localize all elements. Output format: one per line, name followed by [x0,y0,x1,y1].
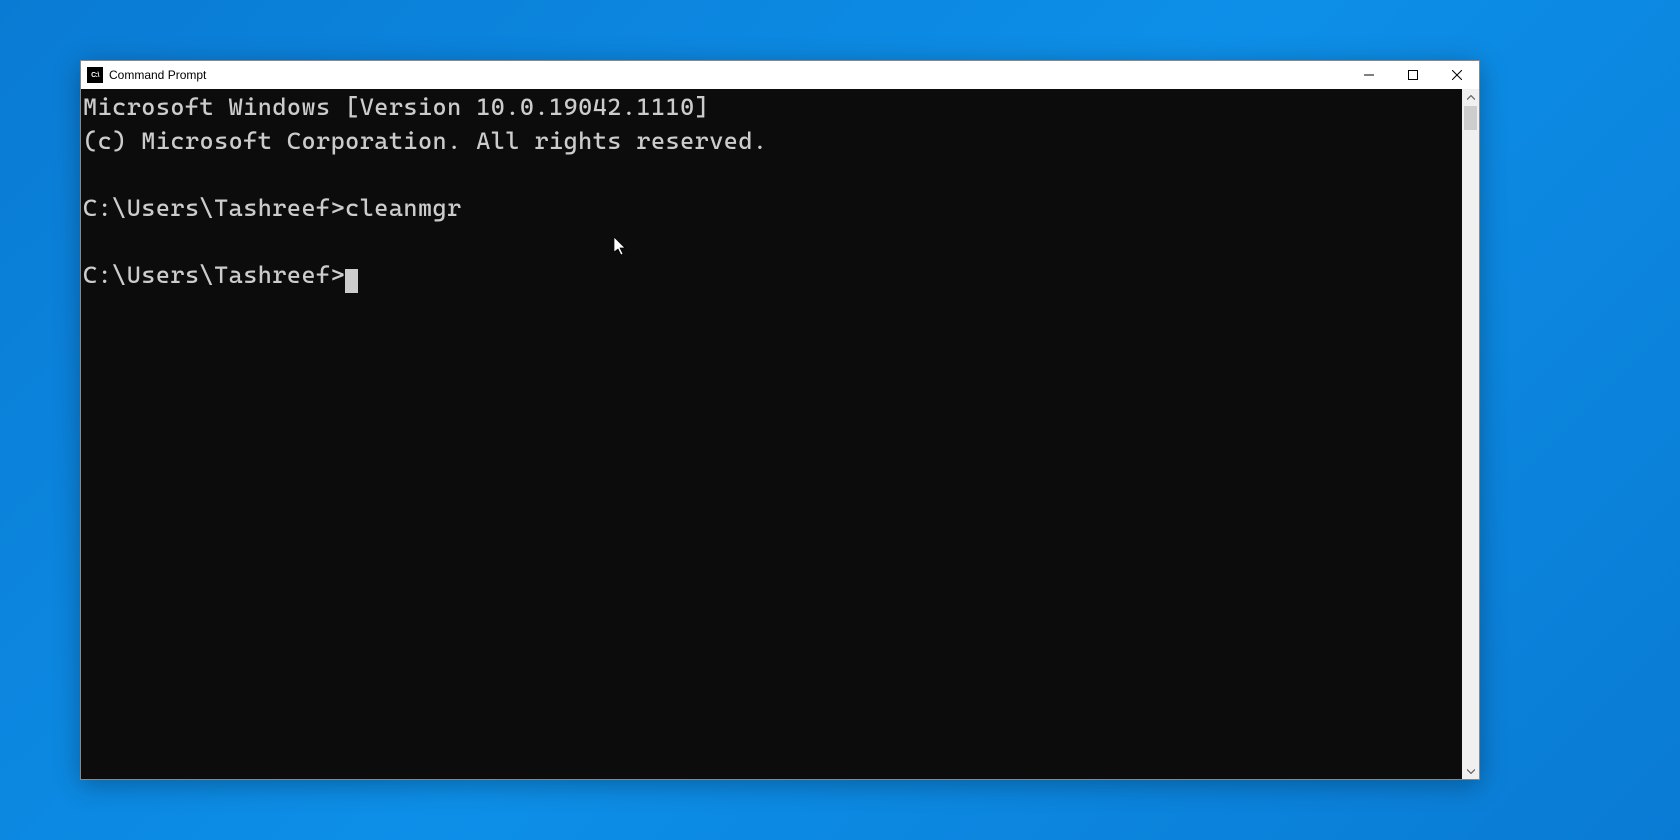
minimize-button[interactable] [1347,61,1391,89]
scroll-track[interactable] [1462,106,1479,762]
terminal[interactable]: Microsoft Windows [Version 10.0.19042.11… [81,89,1462,779]
window-controls [1347,61,1479,89]
terminal-command: cleanmgr [345,194,462,222]
chevron-down-icon [1467,768,1475,774]
text-cursor [345,269,358,293]
titlebar[interactable]: C:\ Command Prompt [81,61,1479,89]
terminal-prompt: C:\Users\Tashreef> [83,261,345,289]
close-icon [1452,70,1462,80]
terminal-line: Microsoft Windows [Version 10.0.19042.11… [83,93,709,121]
maximize-button[interactable] [1391,61,1435,89]
terminal-prompt: C:\Users\Tashreef> [83,194,345,222]
minimize-icon [1364,70,1374,80]
scroll-up-button[interactable] [1462,89,1479,106]
terminal-area: Microsoft Windows [Version 10.0.19042.11… [81,89,1479,779]
terminal-line: (c) Microsoft Corporation. All rights re… [83,127,767,155]
vertical-scrollbar[interactable] [1462,89,1479,779]
chevron-up-icon [1467,95,1475,101]
close-button[interactable] [1435,61,1479,89]
cmd-icon: C:\ [87,67,103,83]
window-title: Command Prompt [109,68,206,82]
command-prompt-window: C:\ Command Prompt Microsoft Windows [Ve… [80,60,1480,780]
scroll-thumb[interactable] [1464,106,1477,130]
maximize-icon [1408,70,1418,80]
scroll-down-button[interactable] [1462,762,1479,779]
